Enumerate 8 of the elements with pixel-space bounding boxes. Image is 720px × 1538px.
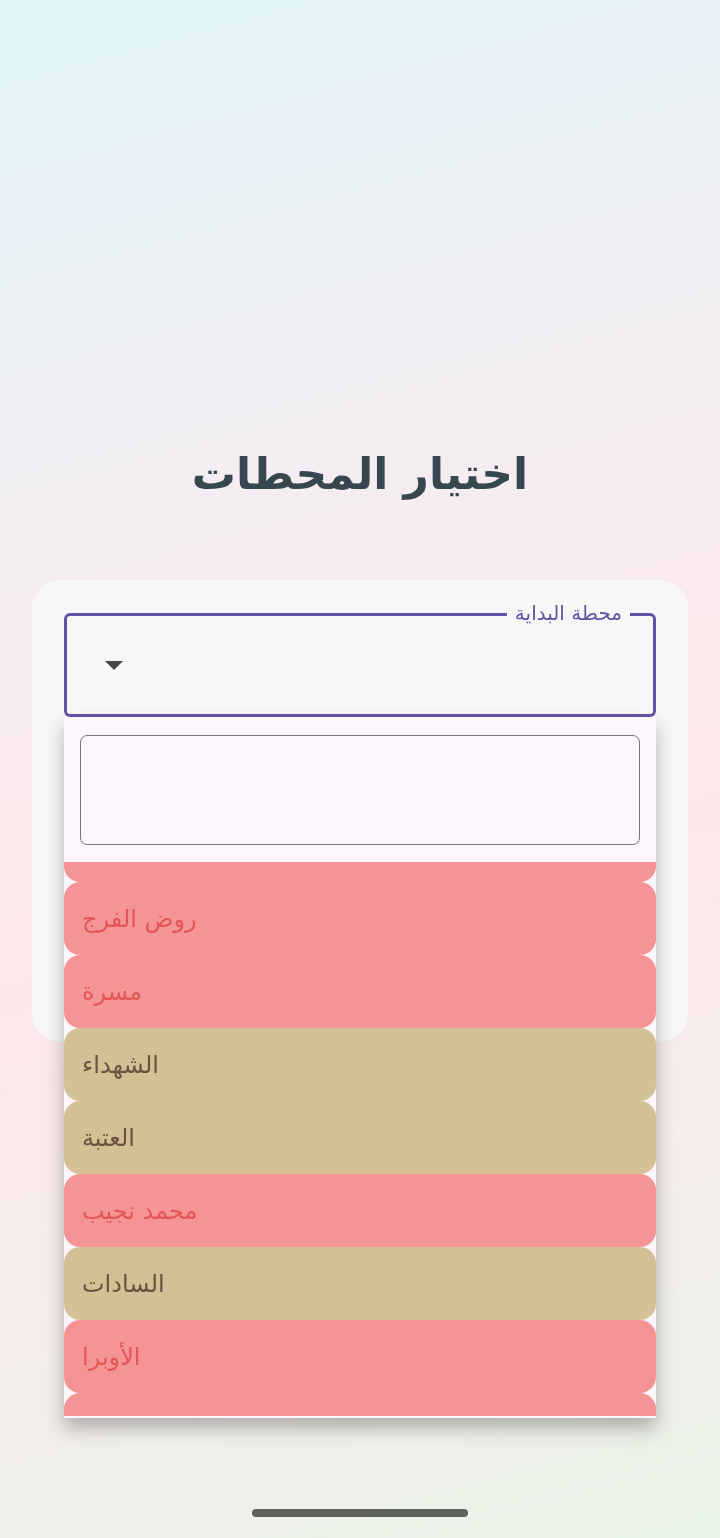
list-item[interactable]: السادات — [64, 1247, 656, 1320]
page-title: اختيار المحطات — [191, 447, 529, 502]
dropdown-arrow-icon — [105, 660, 123, 670]
list-item[interactable] — [64, 1393, 656, 1416]
list-item[interactable] — [64, 862, 656, 882]
search-field[interactable] — [80, 735, 640, 845]
list-item[interactable]: الشهداء — [64, 1028, 656, 1101]
list-item[interactable]: العتبة — [64, 1101, 656, 1174]
